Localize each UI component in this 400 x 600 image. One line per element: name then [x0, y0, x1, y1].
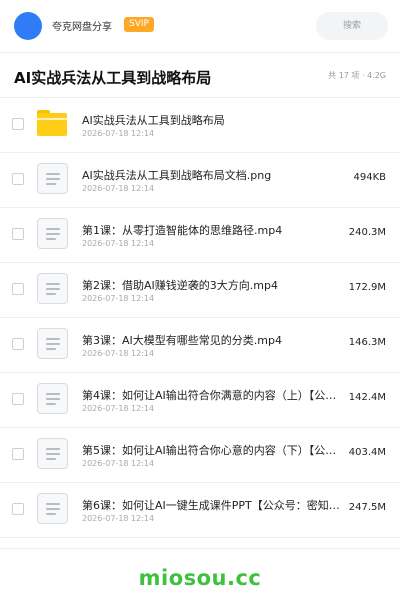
file-size: 172.9M [348, 282, 386, 293]
file-date: 2026-07-18 12:14 [82, 349, 155, 358]
folder-meta: 共 17 项 · 4.2G [328, 71, 386, 80]
file-row[interactable]: 第5课：如何让AI输出符合你心意的内容（下）【公众… 2026-07-18 12:… [0, 428, 400, 483]
file-date: 2026-07-18 12:14 [82, 184, 155, 193]
app-name: 夸克网盘分享 [52, 22, 112, 33]
file-row[interactable]: 第3课：AI大模型有哪些常见的分类.mp4 2026-07-18 12:14 146… [0, 318, 400, 373]
file-name[interactable]: AI实战兵法从工具到战略布局文档.png [82, 167, 344, 183]
file-row[interactable]: 第2课：借助AI赚钱逆袭的3大方向.mp4 2026-07-18 12:14 172… [0, 263, 400, 318]
file-date: 2026-07-18 12:14 [82, 129, 155, 138]
file-name[interactable]: AI实战兵法从工具到战略布局 [82, 112, 344, 128]
file-name[interactable]: 第6课：如何让AI一键生成课件PPT【公众号：密知… [82, 497, 344, 513]
file-row[interactable]: 第1课：从零打造智能体的思维路径.mp4 2026-07-18 12:14 240.… [0, 208, 400, 263]
file-size: 142.4M [348, 392, 386, 403]
select-checkbox[interactable] [12, 503, 24, 515]
select-checkbox[interactable] [12, 228, 24, 240]
file-icon [37, 273, 70, 306]
page-title: AI实战兵法从工具到战略布局 [14, 69, 212, 87]
folder-icon [37, 108, 70, 141]
avatar[interactable] [14, 12, 42, 40]
file-size: 247.5M [348, 502, 386, 513]
file-row[interactable]: 第4课：如何让AI输出符合你满意的内容（上）【公众… 2026-07-18 12:… [0, 373, 400, 428]
file-icon [37, 383, 70, 416]
file-icon [37, 163, 70, 196]
header-divider [0, 52, 400, 53]
svip-badge: SVIP [124, 17, 154, 32]
select-checkbox[interactable] [12, 173, 24, 185]
file-icon [37, 328, 70, 361]
file-list: AI实战兵法从工具到战略布局 2026-07-18 12:14 AI实战兵法从工具到… [0, 98, 400, 538]
app-header: 夸克网盘分享 SVIP 搜索 [0, 0, 400, 52]
file-date: 2026-07-18 12:14 [82, 239, 155, 248]
file-size: 403.4M [348, 447, 386, 458]
file-icon [37, 218, 70, 251]
select-checkbox[interactable] [12, 448, 24, 460]
select-checkbox[interactable] [12, 283, 24, 295]
file-icon [37, 493, 70, 526]
file-name[interactable]: 第5课：如何让AI输出符合你心意的内容（下）【公众… [82, 442, 344, 458]
file-name[interactable]: 第3课：AI大模型有哪些常见的分类.mp4 [82, 332, 344, 348]
file-name[interactable]: 第2课：借助AI赚钱逆袭的3大方向.mp4 [82, 277, 344, 293]
file-icon [37, 438, 70, 471]
select-checkbox[interactable] [12, 393, 24, 405]
search-input[interactable]: 搜索 [316, 12, 388, 40]
file-row[interactable]: 第6课：如何让AI一键生成课件PPT【公众号：密知… 2026-07-18 12:… [0, 483, 400, 538]
file-size: 240.3M [348, 227, 386, 238]
file-name[interactable]: 第4课：如何让AI输出符合你满意的内容（上）【公众… [82, 387, 344, 403]
file-date: 2026-07-18 12:14 [82, 459, 155, 468]
file-date: 2026-07-18 12:14 [82, 404, 155, 413]
file-size: 146.3M [348, 337, 386, 348]
file-name[interactable]: 第1课：从零打造智能体的思维路径.mp4 [82, 222, 344, 238]
file-date: 2026-07-18 12:14 [82, 514, 155, 523]
file-size: 494KB [353, 172, 386, 183]
file-row[interactable]: AI实战兵法从工具到战略布局 2026-07-18 12:14 [0, 98, 400, 153]
file-row[interactable]: AI实战兵法从工具到战略布局文档.png 2026-07-18 12:14 494K… [0, 153, 400, 208]
footer-divider [0, 548, 400, 549]
select-checkbox[interactable] [12, 338, 24, 350]
select-checkbox[interactable] [12, 118, 24, 130]
watermark: miosou.cc [138, 566, 262, 590]
file-date: 2026-07-18 12:14 [82, 294, 155, 303]
